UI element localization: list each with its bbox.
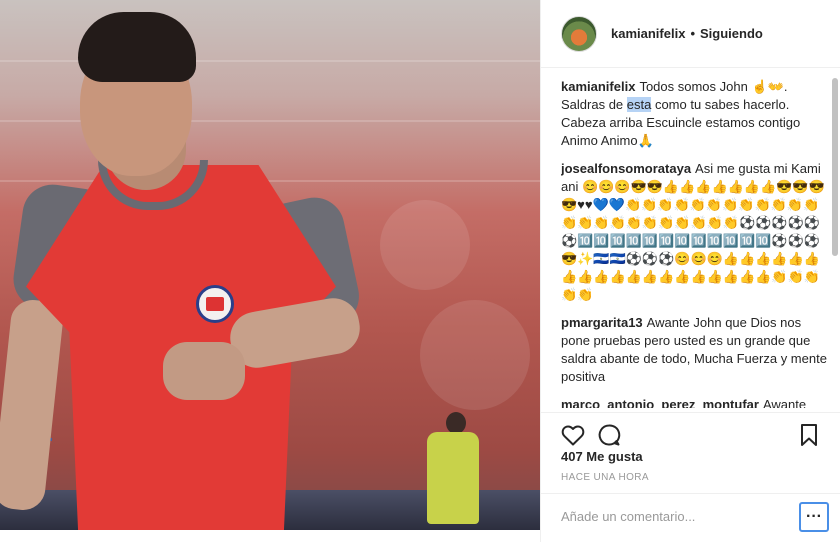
comment-username[interactable]: pmargarita13	[561, 315, 643, 330]
background-person-vest	[427, 432, 479, 524]
player-hand	[163, 342, 245, 400]
comments-list[interactable]: kamianifelix Todos somos John ☝👐. Saldras…	[561, 78, 827, 408]
background-blur	[380, 200, 470, 290]
heart-icon[interactable]	[561, 423, 585, 447]
more-options-button[interactable]: ···	[799, 502, 829, 532]
comment-item: josealfonsomorataya Asi me gusta mi Kamia…	[561, 160, 827, 304]
club-crest	[196, 285, 234, 323]
background-wall-line	[0, 180, 540, 182]
post-header: kamianifelix • Siguiendo	[541, 0, 840, 68]
comment-item: pmargarita13 Awante John que Dios nos pon…	[561, 314, 827, 386]
scrollbar-thumb[interactable]	[832, 78, 838, 256]
comment-bubble-icon[interactable]	[597, 423, 621, 447]
comment-text: Asi me gusta mi Kamiani 😊😊😊😎😎👍👍👍👍👍👍👍😎😎😎😎…	[561, 161, 825, 302]
player-left-arm	[0, 297, 65, 513]
follow-status-button[interactable]: Siguiendo	[700, 26, 763, 41]
comments-scrollbar[interactable]	[832, 72, 838, 412]
background-blur	[420, 300, 530, 410]
comment-text: Awante	[762, 397, 807, 408]
background-person-head	[446, 412, 466, 434]
bookmark-icon[interactable]	[797, 423, 821, 447]
comment-username[interactable]: marco_antonio_perez_montufar	[561, 397, 759, 408]
add-comment-bar: ···	[541, 493, 840, 542]
comment-username[interactable]: josealfonsomorataya	[561, 161, 691, 176]
comment-item: kamianifelix Todos somos John ☝👐. Saldras…	[561, 78, 827, 150]
post-timestamp: HACE UNA HORA	[561, 472, 649, 483]
likes-count[interactable]: 407 Me gusta	[561, 449, 643, 464]
comment-input[interactable]	[561, 504, 781, 528]
comment-username[interactable]: kamianifelix	[561, 79, 635, 94]
post-actions	[541, 412, 840, 450]
highlighted-text: esta	[626, 97, 652, 112]
header-username[interactable]: kamianifelix	[611, 26, 685, 41]
comment-item: marco_antonio_perez_montufarAwante @john…	[561, 396, 827, 408]
player-hair	[78, 12, 196, 82]
post-side-panel: kamianifelix • Siguiendo kamianifelix Tod…	[540, 0, 840, 542]
avatar[interactable]	[561, 15, 597, 52]
post-photo[interactable]	[0, 0, 540, 530]
header-separator: •	[690, 26, 695, 41]
